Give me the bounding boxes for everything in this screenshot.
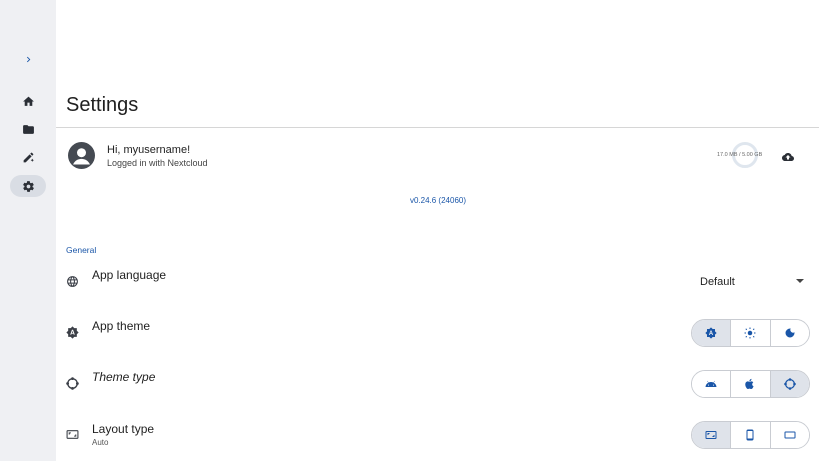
tablet-landscape-icon [705,431,717,439]
gear-icon [22,180,34,192]
person-icon [73,148,90,165]
title-divider [56,127,819,128]
navigation-rail [0,0,56,461]
tablet-landscape-icon [66,428,79,441]
quota-text: 17.0 MB / 5.00 GB [717,152,763,158]
theme-type-apple-button[interactable] [730,371,770,397]
nav-edit[interactable] [10,146,46,168]
phone-icon [746,429,754,441]
nav-files[interactable] [10,118,46,140]
auto-theme-icon [66,326,79,339]
cloud-upload-icon [782,153,794,161]
edit-icon [23,152,34,162]
layout-auto-button[interactable] [692,422,731,448]
theme-type-android-button[interactable] [692,371,731,397]
folder-icon [22,124,34,134]
nav-home[interactable] [10,90,46,112]
chevron-right-icon [26,56,30,62]
app-version: v0.24.6 (24060) [409,196,467,205]
page-title: Settings [66,94,139,116]
layout-phone-button[interactable] [730,422,770,448]
nav-settings[interactable] [10,175,46,197]
material-icon [66,377,79,390]
layout-desktop-button[interactable] [769,422,809,448]
account-status: Logged in with Nextcloud [107,158,208,168]
theme-type-label: Theme type [92,370,156,384]
globe-icon [66,275,79,288]
cloud-upload-button[interactable] [781,150,795,162]
app-language-value: Default [700,276,735,288]
app-language-select[interactable]: Default [692,271,810,293]
theme-dark-button[interactable] [769,320,809,346]
moon-icon [785,328,795,338]
material-icon [784,378,796,390]
app-language-label: App language [92,268,167,282]
app-theme-toggle [691,319,810,347]
expand-rail-button[interactable] [10,48,46,70]
chevron-down-icon [796,279,804,283]
theme-type-toggle [691,370,810,398]
avatar [68,142,95,169]
app-theme-label: App theme [92,319,151,333]
auto-theme-icon [705,327,717,339]
android-icon [705,380,717,387]
section-title-general: General [66,245,97,255]
home-icon [22,96,34,106]
sun-icon [744,327,756,339]
theme-light-button[interactable] [730,320,770,346]
settings-page: Settings Hi, myusername! Logged in with … [56,0,819,461]
theme-type-material-button[interactable] [769,371,809,397]
theme-auto-button[interactable] [692,320,731,346]
desktop-icon [784,431,796,439]
apple-icon [745,378,755,390]
account-greeting: Hi, myusername! [107,144,191,156]
layout-type-toggle [691,421,810,449]
layout-type-label: Layout type [92,422,155,436]
layout-type-value: Auto [92,438,109,447]
